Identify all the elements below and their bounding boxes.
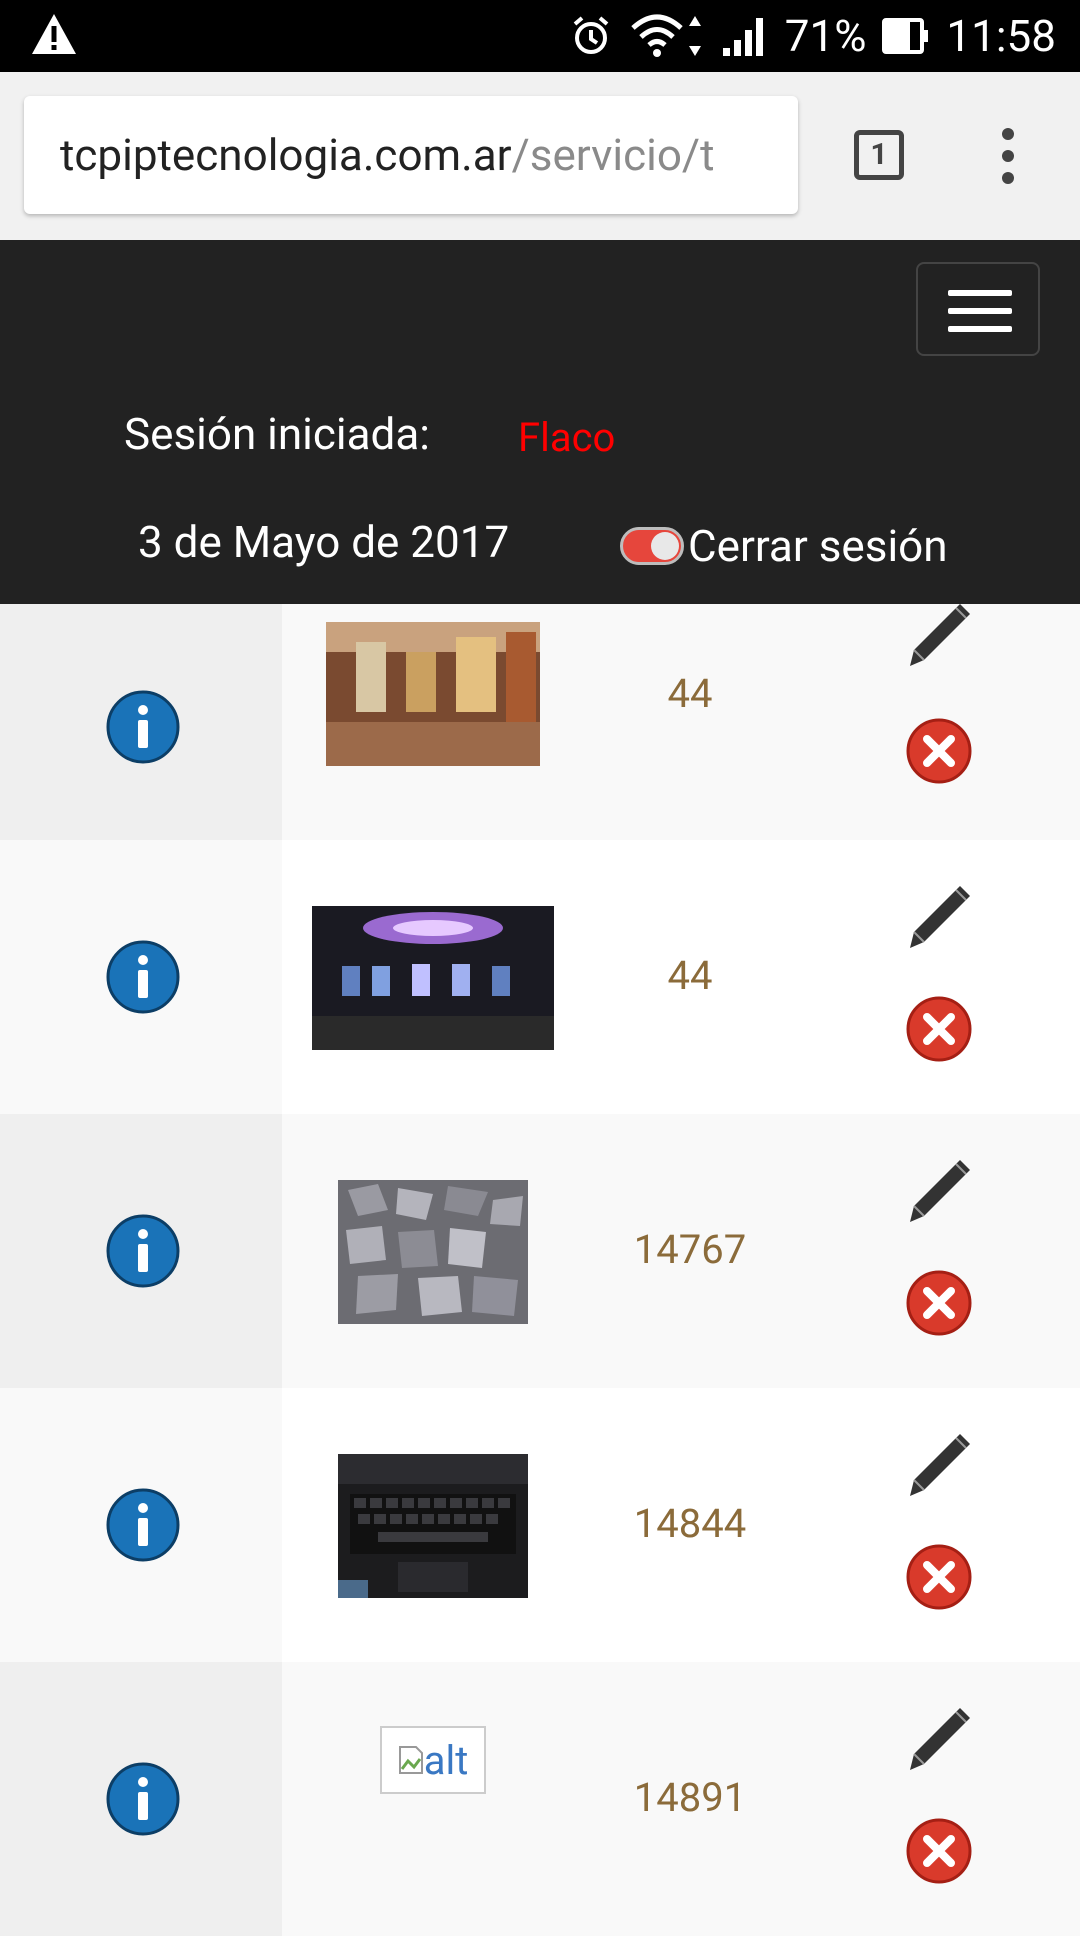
session-label: Sesión iniciada: [124,408,430,460]
jewelry-store-photo [326,622,540,766]
delete-icon[interactable] [906,1544,972,1610]
logout-toggle-icon [620,527,684,565]
info-icon[interactable] [106,1488,180,1562]
table-row: 14844 [0,1388,1080,1665]
delete-icon[interactable] [906,996,972,1062]
info-icon[interactable] [106,940,180,1014]
url-path: /servicio/t [511,129,715,181]
warning-icon [32,14,76,54]
battery-percent: 71% [784,10,867,62]
overflow-menu-icon[interactable] [1000,128,1016,188]
table-row: 44 [0,604,1080,843]
casino-photo [312,906,554,1050]
table-row: 44 [0,840,1080,1117]
tab-switcher-button[interactable]: 1 [854,130,904,180]
wifi-icon [629,12,705,60]
laptop-keyboard-photo [338,1454,528,1598]
gravel-photo [338,1180,528,1324]
url-host: tcpiptecnologia.com.ar [60,129,512,181]
delete-icon[interactable] [906,718,972,784]
pencil-icon[interactable] [904,882,974,952]
clock: 11:58 [946,10,1056,62]
quantity: 44 [667,670,713,717]
pencil-icon[interactable] [904,1430,974,1500]
delete-icon[interactable] [906,1818,972,1884]
session-user: Flaco [518,414,616,461]
address-bar[interactable]: tcpiptecnologia.com.ar/servicio/t [24,96,798,214]
delete-icon[interactable] [906,1270,972,1336]
signal-icon [721,14,769,58]
browser-toolbar: tcpiptecnologia.com.ar/servicio/t 1 [0,72,1080,240]
status-bar: 71% 11:58 [0,0,1080,72]
info-icon[interactable] [106,690,180,764]
quantity: 44 [667,952,713,999]
hamburger-menu-button[interactable] [916,262,1040,356]
alarm-icon [569,14,613,58]
info-icon[interactable] [106,1762,180,1836]
broken-image-icon [398,1746,423,1774]
image-alt-text: alt [423,1736,469,1784]
battery-icon [882,14,930,58]
quantity: 14844 [633,1500,747,1547]
quantity: 14891 [633,1774,747,1821]
pencil-icon[interactable] [904,600,974,670]
pencil-icon[interactable] [904,1704,974,1774]
current-date: 3 de Mayo de 2017 [138,516,510,568]
quantity: 14767 [633,1226,747,1273]
logout-button[interactable]: Cerrar sesión [620,520,948,572]
info-icon[interactable] [106,1214,180,1288]
broken-image: alt [380,1726,486,1794]
table-row: alt 14891 [0,1662,1080,1936]
pencil-icon[interactable] [904,1156,974,1226]
logout-label: Cerrar sesión [688,520,948,572]
table-row: 14767 [0,1114,1080,1391]
